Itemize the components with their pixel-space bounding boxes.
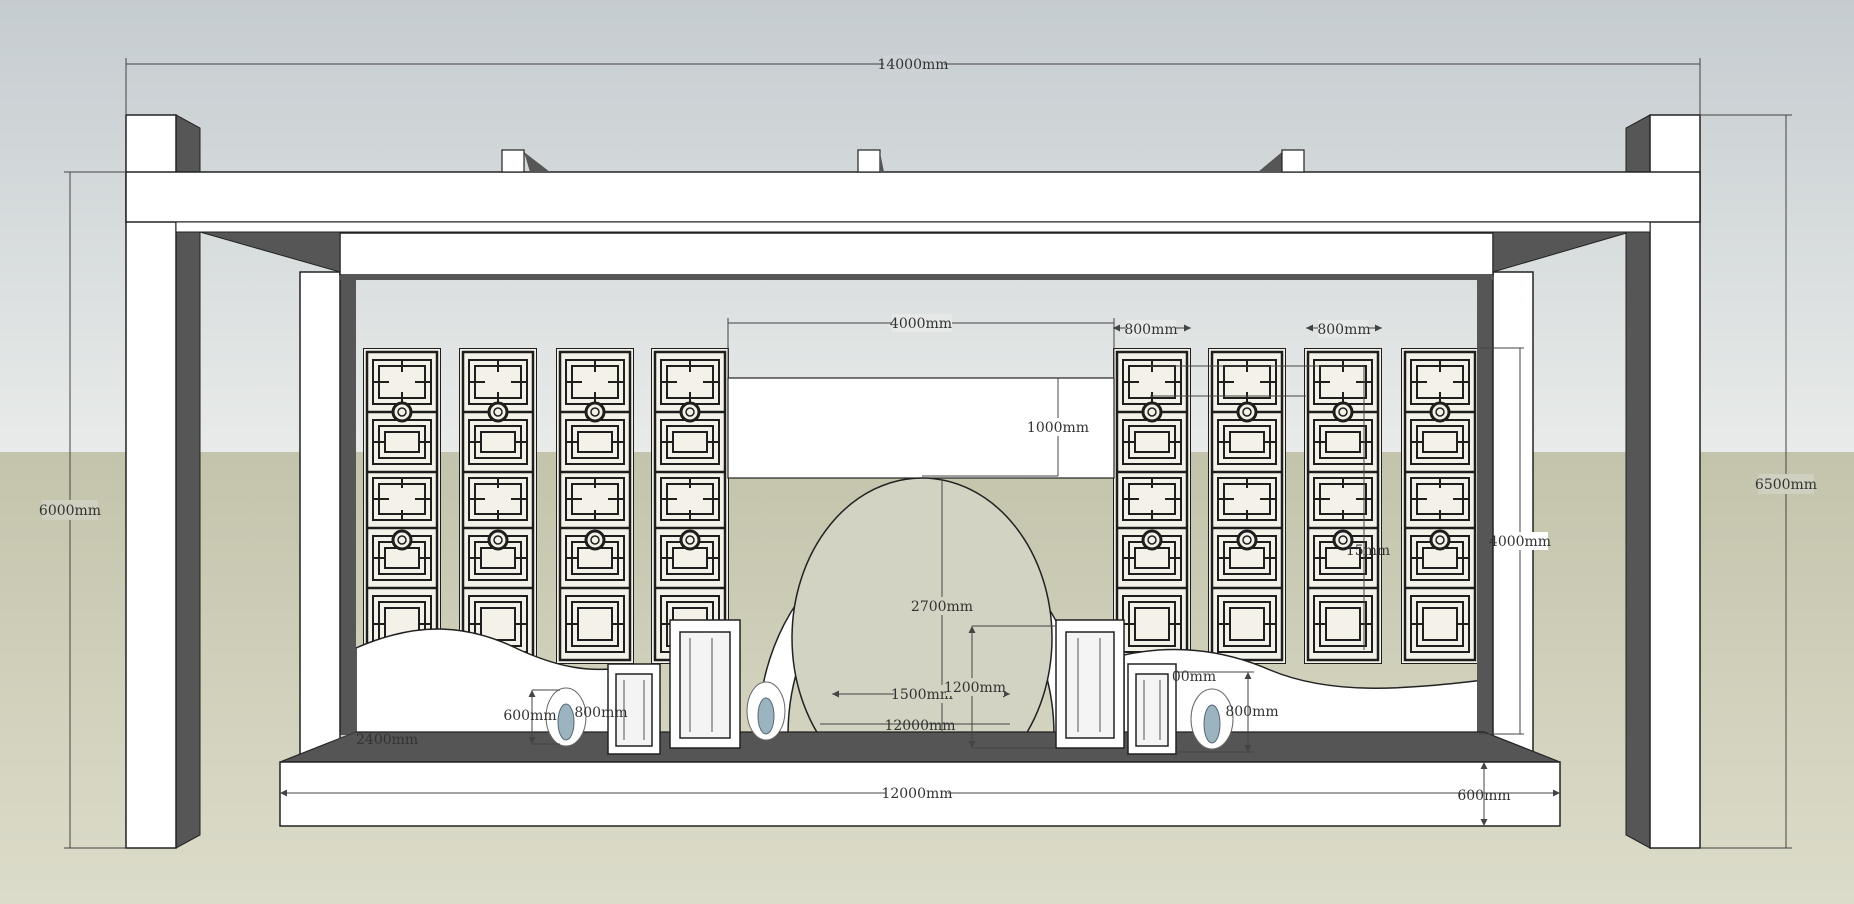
panel-partial-label: 15mm: [1346, 543, 1390, 559]
left-height-label: 6000mm: [39, 503, 101, 519]
vase-width-right-label: 00mm: [1172, 669, 1216, 685]
lantern-left-large: [669, 619, 741, 749]
stage-width-label: 12000mm: [881, 786, 952, 802]
vase-height-left-label: 600mm: [503, 708, 556, 724]
arch-inner-base-label: 12000mm: [884, 718, 955, 734]
screen-height-label: 4000mm: [1489, 534, 1551, 550]
stage-platform: [279, 731, 1561, 827]
vase-left-2: [746, 681, 786, 741]
panel-width-right-label: 800mm: [1317, 322, 1370, 338]
vase-width-left-label: 800mm: [574, 705, 627, 721]
lantern-height-label: 1200mm: [944, 680, 1006, 696]
wall-top-band-label: 1000mm: [1027, 420, 1089, 436]
lantern-right-large: [1055, 619, 1125, 749]
right-height-label: 6500mm: [1755, 477, 1817, 493]
stage-height-label: 600mm: [1457, 788, 1510, 804]
panel-width-left-label: 800mm: [1124, 322, 1177, 338]
wall-width-label: 4000mm: [890, 316, 952, 332]
stage-depth-label: 2400mm: [356, 732, 418, 748]
overall-width-label: 14000mm: [877, 57, 948, 73]
lantern-right-small: [1127, 663, 1177, 755]
vase-height-right-label: 800mm: [1225, 704, 1278, 720]
stage-elevation-drawing: 14000mm 6000mm 6500mm 12000mm 600mm 2400…: [0, 0, 1854, 904]
arch-height-label: 2700mm: [911, 599, 973, 615]
